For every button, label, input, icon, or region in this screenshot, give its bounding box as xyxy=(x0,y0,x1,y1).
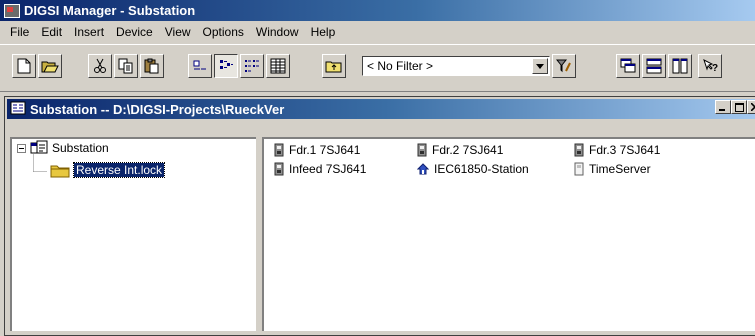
open-icon xyxy=(41,61,59,73)
toolbar-separator xyxy=(0,91,755,92)
open-button[interactable] xyxy=(38,54,62,78)
svg-text:?: ? xyxy=(712,63,718,74)
tree-label-substation: Substation xyxy=(52,141,109,155)
folder-icon xyxy=(50,163,70,178)
tree-label-reverse-interlock: Reverse Int.lock xyxy=(72,162,166,178)
list-item[interactable]: Fdr.3 7SJ641 xyxy=(574,142,660,158)
menu-insert[interactable]: Insert xyxy=(68,25,110,39)
copy-button[interactable] xyxy=(114,54,138,78)
paste-icon xyxy=(144,58,159,74)
up-one-level-icon xyxy=(325,61,342,73)
tile-vertical-icon xyxy=(672,58,688,74)
list-item[interactable]: Fdr.1 7SJ641 xyxy=(274,142,360,158)
cascade-windows-button[interactable] xyxy=(616,54,640,78)
item-label: TimeServer xyxy=(589,162,651,176)
maximize-icon xyxy=(734,102,744,112)
item-label: Infeed 7SJ641 xyxy=(289,162,367,176)
close-button[interactable] xyxy=(747,100,755,114)
filter-settings-icon xyxy=(556,59,571,73)
minimize-button[interactable] xyxy=(715,100,731,114)
cut-button[interactable] xyxy=(88,54,112,78)
filter-dropdown-button[interactable] xyxy=(532,58,548,74)
new-button[interactable] xyxy=(12,54,36,78)
project-icon xyxy=(30,140,48,156)
project-window-title-bar[interactable]: Substation -- D:\DIGSI-Projects\RueckVer xyxy=(7,99,755,119)
item-label: Fdr.3 7SJ641 xyxy=(589,143,661,157)
device-icon xyxy=(574,143,584,157)
project-window-title: Substation -- D:\DIGSI-Projects\RueckVer xyxy=(30,101,285,117)
project-window-icon xyxy=(10,101,26,118)
large-icons-view-button[interactable] xyxy=(188,54,212,78)
small-icons-view-icon xyxy=(220,60,233,69)
maximize-button[interactable] xyxy=(731,100,747,114)
large-icons-view-icon xyxy=(193,60,206,70)
tree-node-substation[interactable]: Substation xyxy=(17,139,109,157)
menu-window[interactable]: Window xyxy=(250,25,305,39)
menu-bar: File Edit Insert Device View Options Win… xyxy=(0,21,755,43)
menu-file[interactable]: File xyxy=(4,25,35,39)
item-label: Fdr.2 7SJ641 xyxy=(432,143,504,157)
object-list-pane[interactable]: Fdr.1 7SJ641 Fdr.2 7SJ641 Fdr.3 7SJ641 I… xyxy=(262,137,755,331)
filter-settings-button[interactable] xyxy=(552,54,576,78)
cut-icon xyxy=(94,58,106,73)
menu-help[interactable]: Help xyxy=(305,25,342,39)
close-icon xyxy=(751,103,755,111)
toolbar: < No Filter > ? xyxy=(0,45,755,89)
menu-edit[interactable]: Edit xyxy=(35,25,68,39)
cascade-windows-icon xyxy=(620,58,636,73)
list-view-icon xyxy=(245,60,259,72)
details-view-button[interactable] xyxy=(266,54,290,78)
list-view-button[interactable] xyxy=(240,54,264,78)
help-icon: ? xyxy=(703,59,718,74)
timeserver-icon xyxy=(574,162,584,176)
filter-value: < No Filter > xyxy=(367,59,434,73)
digsi-app-icon[interactable] xyxy=(4,3,20,18)
new-icon xyxy=(17,58,31,74)
up-one-level-button[interactable] xyxy=(322,54,346,78)
menu-options[interactable]: Options xyxy=(197,25,250,39)
tile-horizontal-icon xyxy=(646,58,662,74)
paste-button[interactable] xyxy=(140,54,164,78)
project-tree-pane[interactable]: Substation Reverse Int.lock xyxy=(10,137,256,331)
list-item[interactable]: Fdr.2 7SJ641 xyxy=(417,142,503,158)
minimize-icon xyxy=(719,109,725,111)
details-view-icon xyxy=(270,58,286,74)
app-title-bar[interactable]: DIGSI Manager - Substation xyxy=(0,0,755,21)
menu-view[interactable]: View xyxy=(159,25,197,39)
list-item[interactable]: TimeServer xyxy=(574,161,651,177)
device-icon xyxy=(274,143,284,157)
tile-vertical-button[interactable] xyxy=(668,54,692,78)
copy-icon xyxy=(118,58,133,74)
menu-device[interactable]: Device xyxy=(110,25,159,39)
chevron-down-icon xyxy=(536,63,544,69)
help-button[interactable]: ? xyxy=(698,54,722,78)
small-icons-view-button[interactable] xyxy=(214,54,238,78)
item-label: Fdr.1 7SJ641 xyxy=(289,143,361,157)
tree-node-reverse-interlock[interactable]: Reverse Int.lock xyxy=(50,161,166,179)
station-icon xyxy=(417,163,429,175)
item-label: IEC61850-Station xyxy=(434,162,529,176)
tile-horizontal-button[interactable] xyxy=(642,54,666,78)
device-icon xyxy=(274,162,284,176)
list-item[interactable]: Infeed 7SJ641 xyxy=(274,161,366,177)
list-item[interactable]: IEC61850-Station xyxy=(417,161,529,177)
collapse-icon[interactable] xyxy=(17,143,26,153)
device-icon xyxy=(417,143,427,157)
app-title: DIGSI Manager - Substation xyxy=(24,3,196,18)
filter-select[interactable]: < No Filter > xyxy=(362,56,550,76)
